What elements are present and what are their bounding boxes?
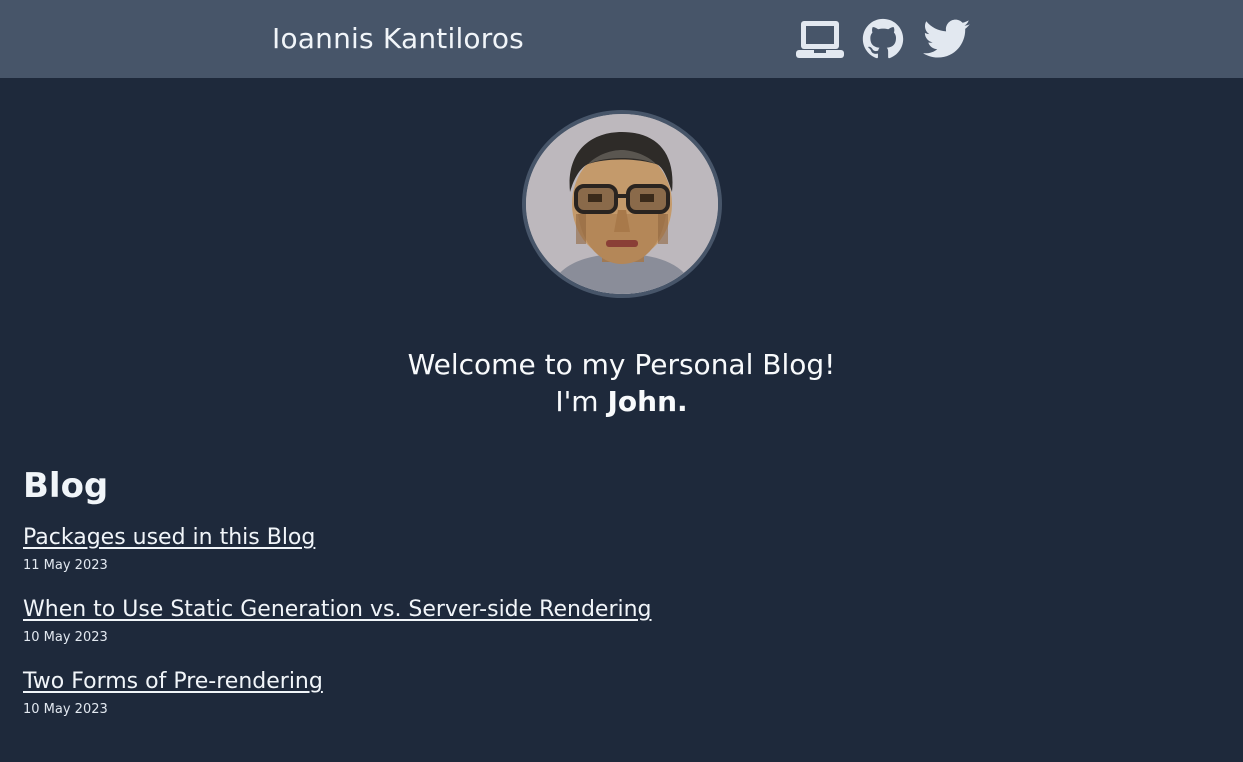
blog-post-item: Two Forms of Pre-rendering 10 May 2023 (23, 668, 652, 740)
twitter-icon[interactable] (923, 17, 971, 61)
blog-post-list: Packages used in this Blog 11 May 2023 W… (23, 524, 652, 740)
blog-post-link[interactable]: When to Use Static Generation vs. Server… (23, 596, 652, 624)
profile-avatar-frame (522, 110, 722, 298)
intro-prefix: I'm (555, 385, 608, 418)
author-name: John. (607, 385, 688, 418)
welcome-line: Welcome to my Personal Blog! (407, 348, 836, 381)
blog-post-item: When to Use Static Generation vs. Server… (23, 596, 652, 668)
intro-name-line: I'm John. (0, 383, 1243, 420)
blog-post-link[interactable]: Packages used in this Blog (23, 524, 315, 552)
laptop-icon[interactable] (795, 17, 845, 61)
welcome-message: Welcome to my Personal Blog! I'm John. (0, 346, 1243, 420)
blog-post-item: Packages used in this Blog 11 May 2023 (23, 524, 652, 596)
github-icon[interactable] (859, 17, 907, 61)
blog-post-date: 11 May 2023 (23, 558, 108, 573)
profile-avatar (526, 114, 718, 294)
blog-section-heading: Blog (23, 466, 109, 506)
site-title-link[interactable]: Ioannis Kantiloros (272, 22, 524, 55)
blog-post-date: 10 May 2023 (23, 702, 108, 717)
blog-post-date: 10 May 2023 (23, 630, 108, 645)
blog-post-link[interactable]: Two Forms of Pre-rendering (23, 668, 323, 696)
top-navigation-bar: Ioannis Kantiloros (0, 0, 1243, 78)
